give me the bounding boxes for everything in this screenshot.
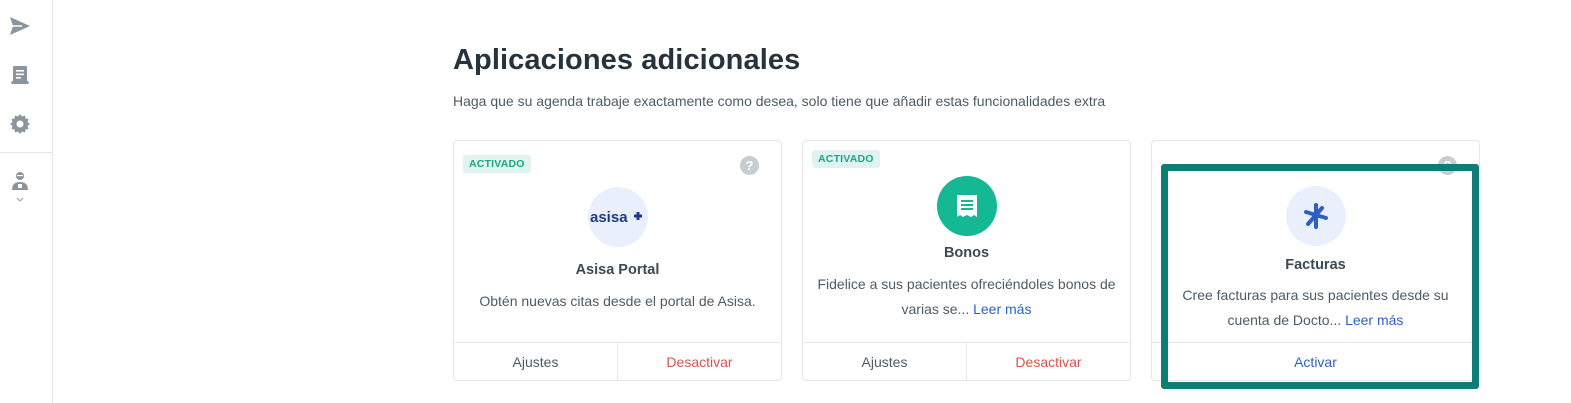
chevron-down-icon[interactable] bbox=[14, 192, 26, 202]
sidebar-divider bbox=[0, 152, 52, 153]
card-footer: Activar bbox=[1152, 342, 1479, 380]
help-icon-glyph: ? bbox=[745, 158, 754, 173]
app-card-asisa: ACTIVADO ? asisa Asisa Portal Obtén nuev… bbox=[453, 140, 782, 381]
settings-button[interactable]: Ajustes bbox=[454, 343, 618, 380]
deactivate-button[interactable]: Desactivar bbox=[967, 343, 1130, 380]
help-icon-glyph: ? bbox=[1443, 158, 1452, 173]
card-title: Bonos bbox=[943, 245, 990, 261]
settings-button[interactable]: Ajustes bbox=[803, 343, 967, 380]
card-title: Asisa Portal bbox=[575, 262, 660, 278]
page-subtitle: Haga que su agenda trabaje exactamente c… bbox=[453, 93, 1106, 109]
gear-icon[interactable] bbox=[8, 112, 32, 136]
asisa-logo: asisa bbox=[587, 187, 648, 247]
card-title: Facturas bbox=[1285, 257, 1346, 273]
activate-button[interactable]: Activar bbox=[1152, 343, 1479, 380]
status-badge: ACTIVADO bbox=[463, 155, 531, 173]
voucher-icon bbox=[936, 176, 997, 236]
card-footer: Ajustes Desactivar bbox=[803, 342, 1130, 380]
card-description-text: Obtén nuevas citas desde el portal de As… bbox=[479, 293, 756, 309]
read-more-link[interactable]: Leer más bbox=[1345, 312, 1403, 328]
card-description: Fidelice a sus pacientes ofreciéndoles b… bbox=[813, 272, 1120, 322]
doctoralia-logo-icon bbox=[1285, 186, 1346, 246]
deactivate-button[interactable]: Desactivar bbox=[618, 343, 781, 380]
card-description: Cree facturas para sus pacientes desde s… bbox=[1162, 283, 1469, 333]
user-icon[interactable] bbox=[8, 169, 32, 193]
card-description: Obtén nuevas citas desde el portal de As… bbox=[464, 289, 771, 314]
sidebar bbox=[0, 0, 53, 403]
document-icon[interactable] bbox=[8, 63, 32, 87]
page-title: Aplicaciones adicionales bbox=[453, 44, 801, 76]
card-footer: Ajustes Desactivar bbox=[454, 342, 781, 380]
send-icon[interactable] bbox=[8, 14, 32, 38]
status-badge: ACTIVADO bbox=[812, 150, 880, 168]
app-card-facturas: ? Facturas Cree facturas para sus pacien… bbox=[1151, 140, 1480, 381]
read-more-link[interactable]: Leer más bbox=[973, 301, 1031, 317]
card-description-text: Fidelice a sus pacientes ofreciéndoles b… bbox=[817, 276, 1116, 317]
card-description-text: Cree facturas para sus pacientes desde s… bbox=[1182, 287, 1449, 328]
app-card-bonos: ACTIVADO Bonos Fidelice a sus pacientes … bbox=[802, 140, 1131, 381]
help-icon[interactable]: ? bbox=[740, 156, 759, 175]
help-icon[interactable]: ? bbox=[1438, 156, 1457, 175]
asisa-logo-text: asisa bbox=[590, 209, 628, 226]
